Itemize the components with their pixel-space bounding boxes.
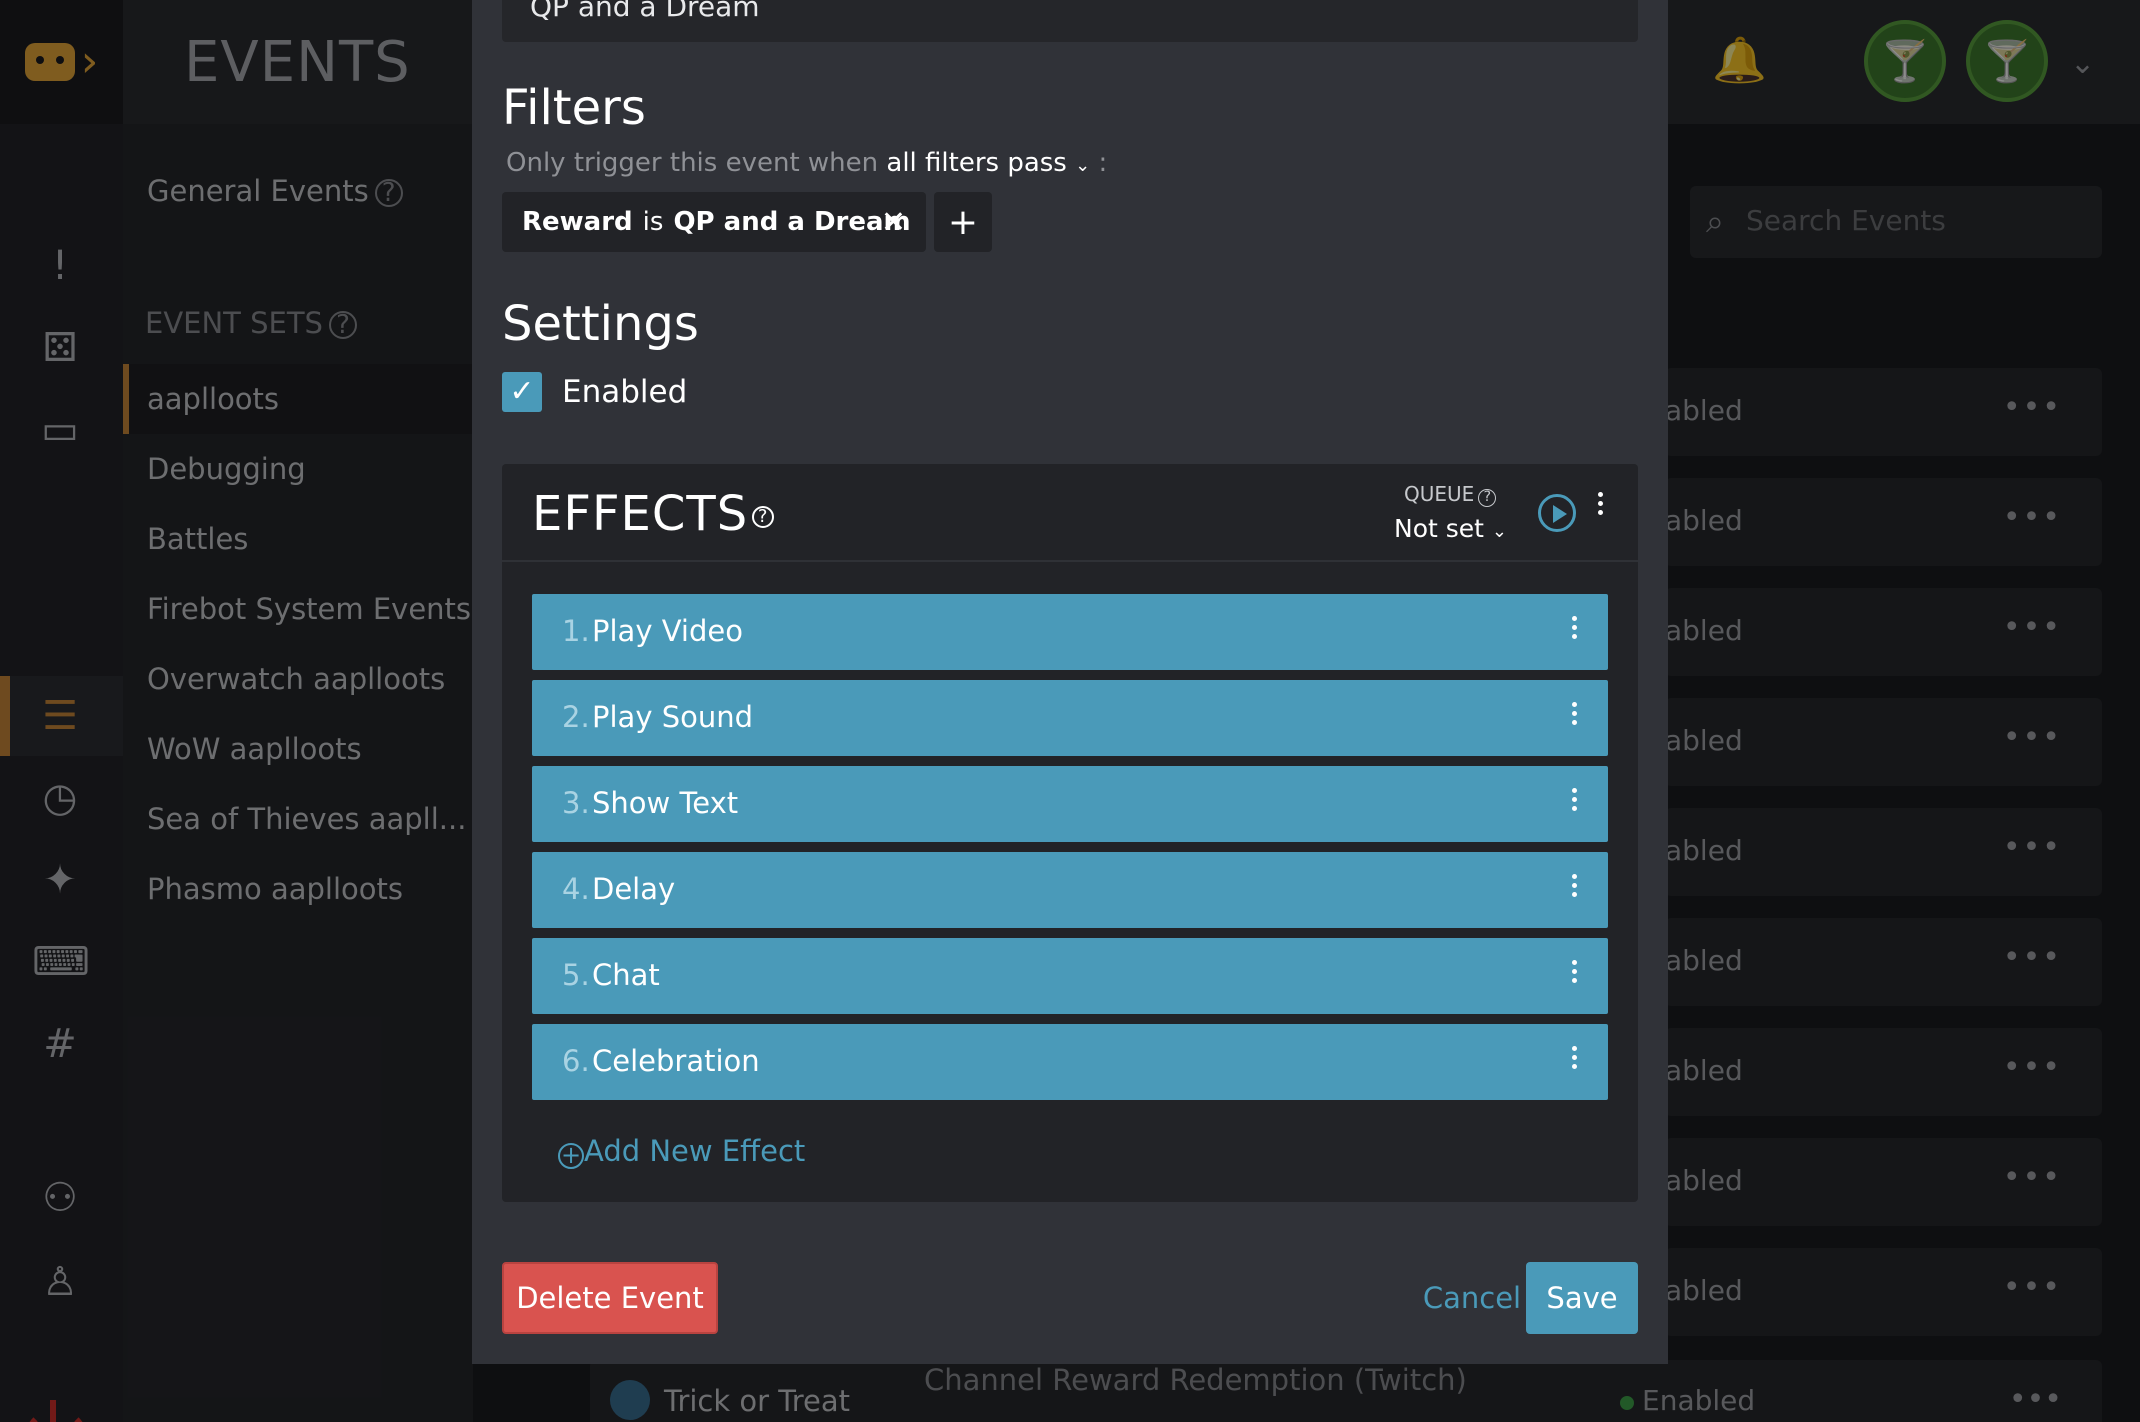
effects-panel: EFFECTS? QUEUE? Not set ⌄ 1. Play Video … — [502, 464, 1638, 1202]
queue-dropdown[interactable]: Not set ⌄ — [1394, 514, 1507, 543]
queue-label: QUEUE? — [1404, 482, 1497, 507]
effect-item[interactable]: 3. Show Text — [532, 766, 1608, 842]
chevron-down-icon: ⌄ — [1075, 155, 1091, 176]
filter-mode-dropdown[interactable]: all filters pass ⌄ — [886, 148, 1090, 178]
enabled-checkbox[interactable]: ✓ — [502, 372, 542, 412]
effect-item[interactable]: 2. Play Sound — [532, 680, 1608, 756]
event-name-field[interactable]: QP and a Dream — [502, 0, 1638, 42]
more-vertical-icon[interactable] — [1566, 614, 1582, 650]
filters-title: Filters — [502, 80, 646, 136]
effects-header: EFFECTS? QUEUE? Not set ⌄ — [502, 464, 1638, 562]
play-effects-button[interactable] — [1538, 494, 1576, 532]
plus-icon: + — [947, 201, 979, 243]
more-vertical-icon[interactable] — [1566, 1044, 1582, 1080]
add-filter-button[interactable]: + — [934, 192, 992, 252]
save-button[interactable]: Save — [1526, 1262, 1638, 1334]
effect-item[interactable]: 4. Delay — [532, 852, 1608, 928]
effects-title: EFFECTS? — [532, 486, 775, 542]
add-new-effect-link[interactable]: + Add New Effect — [558, 1134, 805, 1169]
effect-item[interactable]: 5. Chat — [532, 938, 1608, 1014]
more-vertical-icon[interactable] — [1566, 872, 1582, 908]
settings-title: Settings — [502, 296, 699, 352]
filter-pill[interactable]: Reward is QP and a Dream ✕ — [502, 192, 926, 252]
chevron-down-icon: ⌄ — [1491, 521, 1508, 542]
plus-circle-icon: + — [558, 1143, 584, 1169]
more-vertical-icon[interactable] — [1566, 700, 1582, 736]
delete-event-button[interactable]: Delete Event — [502, 1262, 718, 1334]
effect-item[interactable]: 1. Play Video — [532, 594, 1608, 670]
effects-more-icon[interactable] — [1592, 490, 1612, 528]
help-icon[interactable]: ? — [1478, 489, 1497, 507]
close-icon[interactable]: ✕ — [881, 205, 906, 240]
filter-mode-line: Only trigger this event when all filters… — [506, 148, 1108, 178]
enabled-label: Enabled — [562, 374, 688, 410]
edit-event-modal: QP and a Dream Filters Only trigger this… — [472, 0, 1668, 1364]
more-vertical-icon[interactable] — [1566, 786, 1582, 822]
check-icon: ✓ — [509, 374, 535, 409]
more-vertical-icon[interactable] — [1566, 958, 1582, 994]
help-icon[interactable]: ? — [752, 506, 775, 528]
effect-item[interactable]: 6. Celebration — [532, 1024, 1608, 1100]
